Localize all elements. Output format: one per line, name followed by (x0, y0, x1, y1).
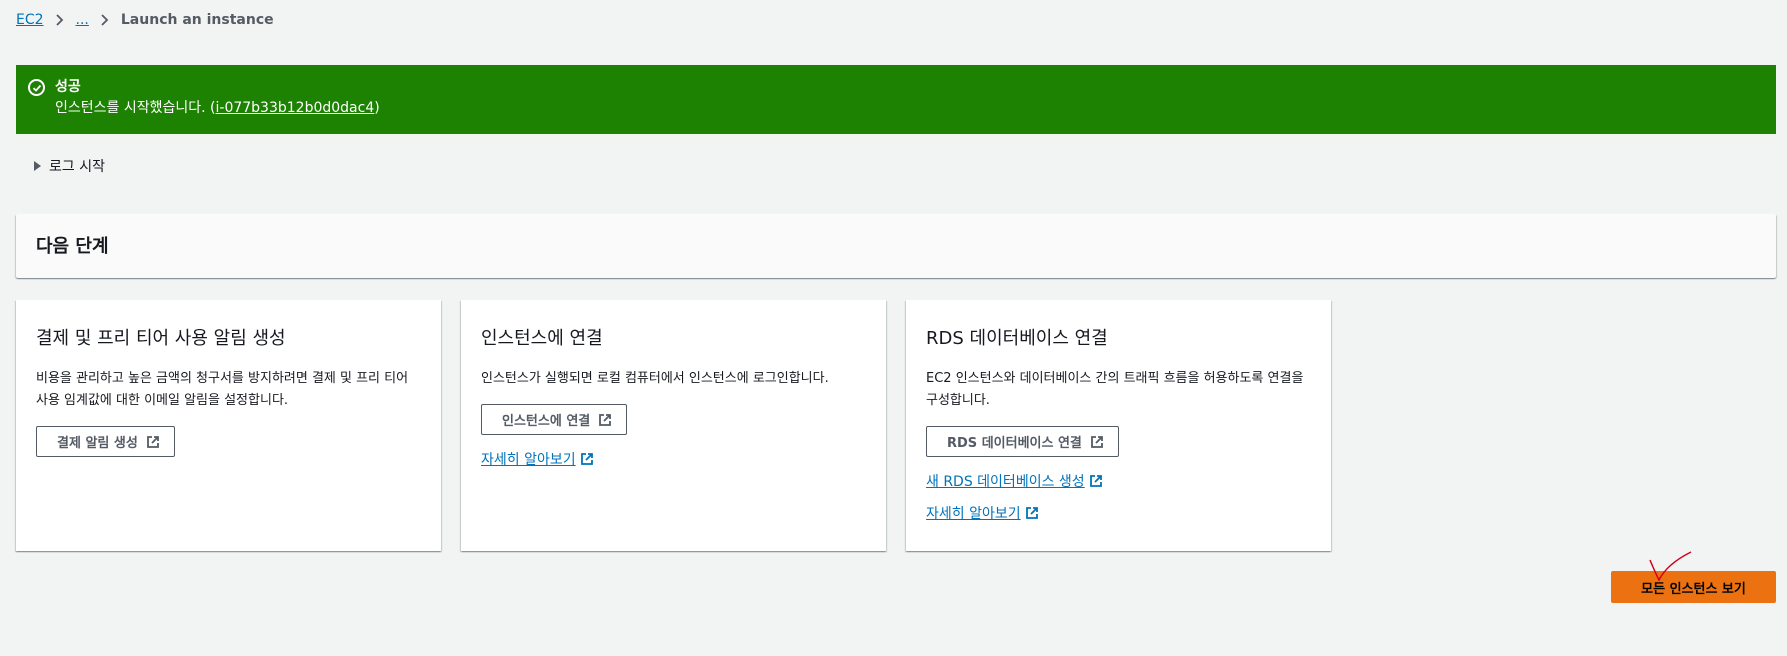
chevron-right-icon (99, 14, 111, 26)
card-description: EC2 인스턴스와 데이터베이스 간의 트래픽 흐름을 허용하도록 연결을 구성… (926, 371, 1304, 408)
learn-more-link[interactable]: 자세히 알아보기 (481, 449, 594, 469)
card-title: 결제 및 프리 티어 사용 알림 생성 (36, 328, 286, 349)
external-link-icon (1089, 475, 1102, 487)
connect-instance-button[interactable]: 인스턴스에 연결 (481, 404, 628, 435)
learn-more-link[interactable]: 자세히 알아보기 (926, 503, 1039, 523)
card-billing-alerts: 결제 및 프리 티어 사용 알림 생성 비용을 관리하고 높은 금액의 청구서를… (16, 300, 441, 551)
flash-message-text: 인스턴스를 시작했습니다. ( (55, 100, 216, 116)
card-description: 비용을 관리하고 높은 금액의 청구서를 방지하려면 결제 및 프리 티어 사용… (36, 371, 409, 408)
log-expander-label: 로그 시작 (49, 159, 105, 175)
card-description: 인스턴스가 실행되면 로컬 컴퓨터에서 인스턴스에 로그인합니다. (481, 371, 829, 386)
button-label: RDS 데이터베이스 연결 (947, 436, 1082, 451)
link-label: 자세히 알아보기 (481, 452, 576, 468)
connect-rds-button[interactable]: RDS 데이터베이스 연결 (926, 426, 1119, 457)
chevron-right-icon (54, 14, 66, 26)
button-label: 인스턴스에 연결 (502, 414, 591, 429)
next-steps-header: 다음 단계 (16, 214, 1776, 278)
breadcrumb: EC2 ... Launch an instance (16, 12, 274, 28)
create-rds-link[interactable]: 새 RDS 데이터베이스 생성 (926, 471, 1103, 491)
external-link-icon (599, 413, 612, 426)
breadcrumb-ellipsis-link[interactable]: ... (76, 12, 89, 28)
card-title: 인스턴스에 연결 (481, 328, 603, 349)
red-checkmark-annotation (1649, 551, 1692, 582)
link-label: 새 RDS 데이터베이스 생성 (926, 474, 1085, 490)
flash-message: 인스턴스를 시작했습니다. (i-077b33b12b0d0dac4) (55, 97, 380, 119)
log-expander[interactable]: 로그 시작 (34, 156, 105, 176)
breadcrumb-current: Launch an instance (120, 12, 274, 28)
caret-right-icon (34, 161, 41, 171)
external-link-icon (1091, 435, 1103, 448)
external-link-icon (1025, 507, 1038, 519)
instance-id-link[interactable]: i-077b33b12b0d0dac4 (216, 100, 375, 116)
card-rds-connect: RDS 데이터베이스 연결 EC2 인스턴스와 데이터베이스 간의 트래픽 흐름… (906, 300, 1331, 551)
flash-title: 성공 (55, 79, 81, 95)
external-link-icon (146, 435, 159, 448)
card-title: RDS 데이터베이스 연결 (926, 328, 1108, 349)
next-steps-title: 다음 단계 (36, 236, 109, 257)
link-label: 자세히 알아보기 (926, 506, 1021, 522)
check-circle-icon (28, 79, 45, 96)
button-label: 결제 알림 생성 (57, 436, 138, 451)
create-billing-alert-button[interactable]: 결제 알림 생성 (36, 426, 175, 457)
success-flash: 성공 인스턴스를 시작했습니다. (i-077b33b12b0d0dac4) (16, 65, 1776, 134)
card-connect-instance: 인스턴스에 연결 인스턴스가 실행되면 로컬 컴퓨터에서 인스턴스에 로그인합니… (461, 300, 886, 551)
flash-message-end: ) (374, 100, 380, 116)
breadcrumb-ec2-link[interactable]: EC2 (16, 12, 44, 28)
external-link-icon (580, 453, 593, 465)
